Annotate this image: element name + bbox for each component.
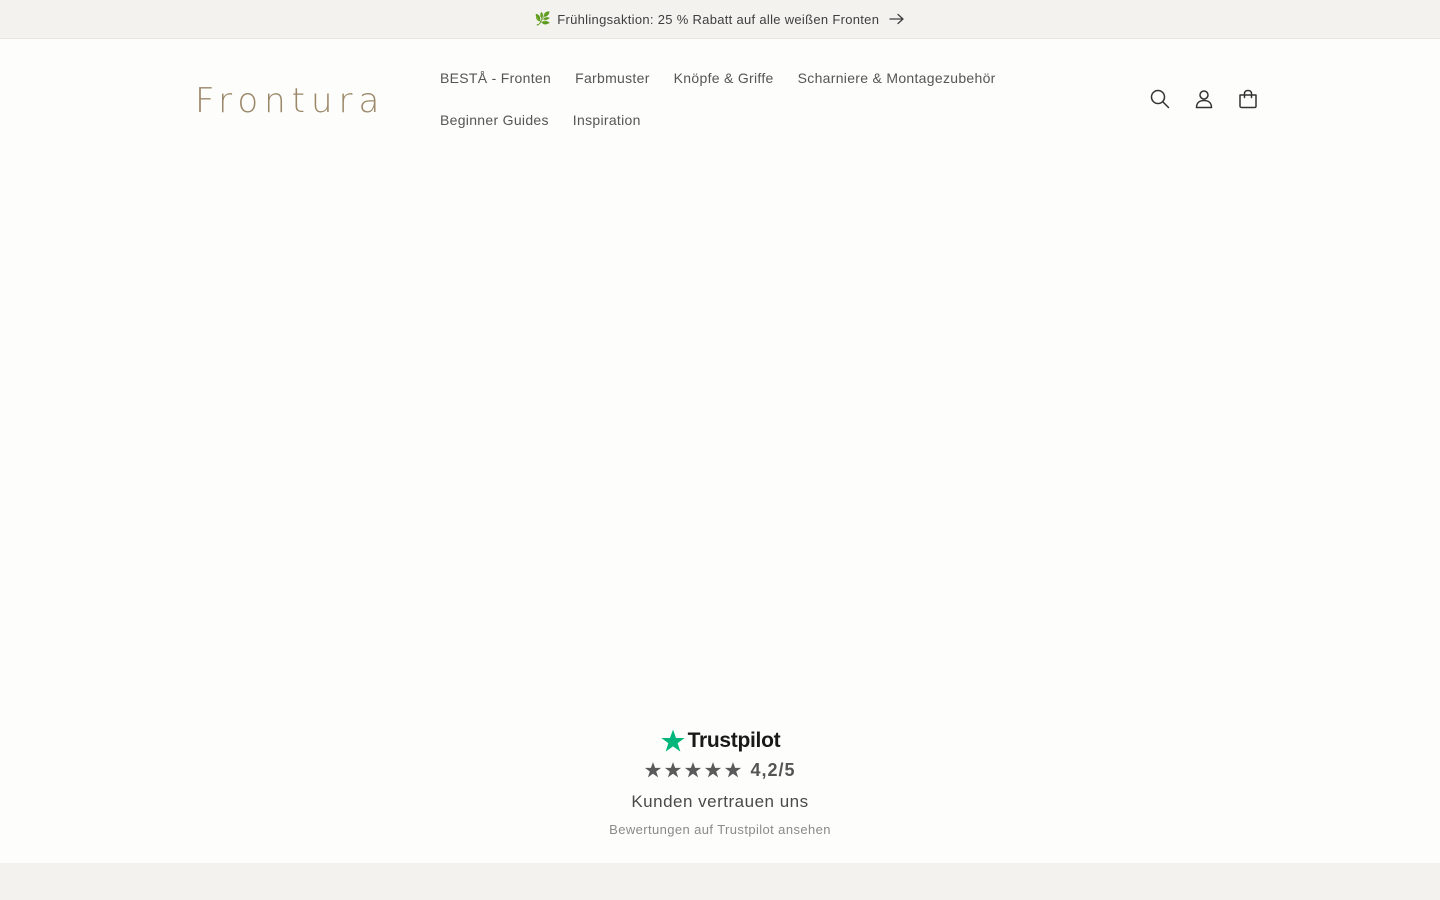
nav-row-1: BESTÅ - Fronten Farbmuster Knöpfe & Grif… [428,57,1028,99]
nav-item-inspiration[interactable]: Inspiration [561,112,653,128]
star-icon [725,762,742,778]
star-icon [665,762,682,778]
cart-button[interactable] [1236,87,1260,111]
trustpilot-rating: 4,2/5 [644,758,795,782]
announcement-bar: 🌿 Frühlingsaktion: 25 % Rabatt auf alle … [0,0,1440,39]
cart-icon [1239,89,1257,109]
announcement-text: Frühlingsaktion: 25 % Rabatt auf alle we… [557,11,880,27]
star-icon [645,762,662,778]
nav-item-besta-fronten[interactable]: BESTÅ - Fronten [428,70,563,86]
nav-item-farbmuster[interactable]: Farbmuster [563,70,662,86]
account-button[interactable] [1192,87,1216,111]
rating-score: 4,2/5 [750,759,796,780]
star-icon [685,762,702,778]
footer [0,863,1440,900]
leaf-icon: 🌿 [534,11,552,26]
trustpilot-star-icon [660,729,685,752]
trustpilot-reviews-link[interactable]: Bewertungen auf Trustpilot ansehen [609,822,831,837]
site-logo[interactable]: Frontura [195,81,385,121]
trustpilot-headline: Kunden vertrauen uns [631,792,809,811]
nav-item-scharniere-montagezubehoer[interactable]: Scharniere & Montagezubehör [786,70,1008,86]
arrow-right-icon [889,13,904,25]
trustpilot-logo[interactable]: Trustpilot [660,726,781,756]
trustpilot-widget: Trustpilot 4,2/5 Kunden vertrauen uns Be… [0,726,1440,837]
trustpilot-brand: Trustpilot [687,729,781,752]
header-icons [1148,87,1260,111]
star-icon [705,762,722,778]
announcement-link[interactable]: 🌿 Frühlingsaktion: 25 % Rabatt auf alle … [535,11,906,27]
main-navigation: BESTÅ - Fronten Farbmuster Knöpfe & Grif… [428,57,1028,141]
nav-item-knoepfe-griffe[interactable]: Knöpfe & Griffe [662,70,786,86]
site-header: Frontura BESTÅ - Fronten Farbmuster Knöp… [0,39,1440,161]
nav-row-2: Beginner Guides Inspiration [428,99,1028,141]
search-button[interactable] [1148,87,1172,111]
account-icon [1195,90,1213,109]
nav-item-beginner-guides[interactable]: Beginner Guides [428,112,561,128]
search-icon [1150,89,1170,109]
rating-stars [644,761,742,779]
